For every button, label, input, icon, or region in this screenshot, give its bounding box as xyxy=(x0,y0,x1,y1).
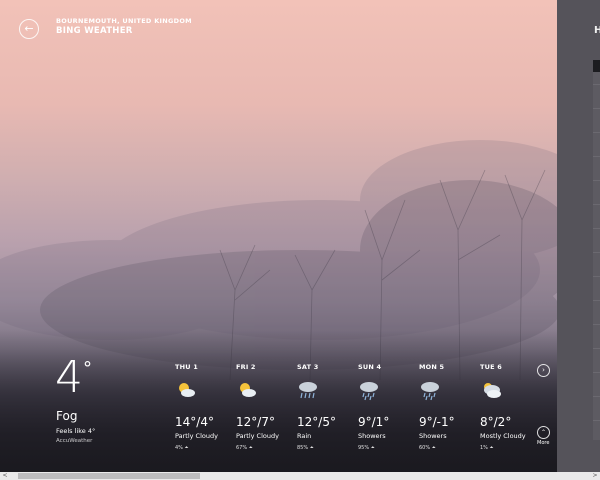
partly-cloudy-icon xyxy=(240,383,256,397)
current-condition: Fog xyxy=(56,409,78,423)
rain-icon xyxy=(299,382,317,399)
app-title: BING WEATHER xyxy=(56,26,133,36)
forecast-day-name: THU 1 xyxy=(175,363,198,371)
current-temperature: 4 xyxy=(55,352,83,403)
forecast-condition: Showers xyxy=(419,432,447,440)
forecast-precip: 60% ⏶ xyxy=(419,445,436,451)
back-button[interactable]: ← xyxy=(19,19,39,39)
forecast-condition: Showers xyxy=(358,432,386,440)
forecast-day-name: SUN 4 xyxy=(358,363,382,371)
forecast-day[interactable]: SAT 3 12°/5° Rain 85% ⏶ xyxy=(297,363,357,451)
hourly-grid xyxy=(593,60,600,440)
forecast-temps: 14°/4° xyxy=(175,415,214,429)
partly-cloudy-icon xyxy=(179,383,195,397)
forecast-day-name: TUE 6 xyxy=(480,363,502,371)
scroll-left-button[interactable]: < xyxy=(0,472,10,480)
forecast-precip: 67% ⏶ xyxy=(236,445,253,451)
forecast-day[interactable]: FRI 2 12°/7° Partly Cloudy 67% ⏶ xyxy=(236,363,296,451)
location-label: BOURNEMOUTH, UNITED KINGDOM xyxy=(56,17,192,25)
forecast-temps: 9°/1° xyxy=(358,415,390,429)
forecast-precip: 4% ⏶ xyxy=(175,445,189,451)
forecast-day[interactable]: THU 1 14°/4° Partly Cloudy 4% ⏶ xyxy=(175,363,235,451)
forecast-condition: Partly Cloudy xyxy=(236,432,279,440)
forecast-day[interactable]: SUN 4 9°/1° Showers 95% ⏶ xyxy=(358,363,418,451)
horizontal-scrollbar[interactable]: < > xyxy=(0,472,600,480)
forecast-condition: Mostly Cloudy xyxy=(480,432,526,440)
forecast-day-name: SAT 3 xyxy=(297,363,319,371)
back-arrow-icon: ← xyxy=(24,22,34,35)
hourly-grid-header xyxy=(593,60,600,72)
scroll-thumb[interactable] xyxy=(18,473,200,479)
forecast-condition: Partly Cloudy xyxy=(175,432,218,440)
feels-like: Feels like 4° xyxy=(56,427,96,435)
forecast-day[interactable]: MON 5 9°/-1° Showers 60% ⏶ xyxy=(419,363,479,451)
scroll-right-button[interactable]: > xyxy=(590,472,600,480)
forecast-temps: 12°/7° xyxy=(236,415,275,429)
forecast-day-name: FRI 2 xyxy=(236,363,256,371)
mostly-cloudy-icon xyxy=(484,383,501,398)
forecast-precip: 95% ⏶ xyxy=(358,445,375,451)
side-panel-heading: H xyxy=(594,25,600,36)
next-days-button[interactable]: › xyxy=(537,364,550,377)
forecast-temps: 12°/5° xyxy=(297,415,336,429)
forecast-day[interactable]: TUE 6 8°/2° Mostly Cloudy 1% ⏶ xyxy=(480,363,540,451)
showers-icon xyxy=(360,382,378,401)
forecast-condition: Rain xyxy=(297,432,312,440)
more-button[interactable]: ⌃ xyxy=(537,426,550,439)
forecast-precip: 1% ⏶ xyxy=(480,445,494,451)
more-label[interactable]: More xyxy=(537,440,549,446)
data-provider[interactable]: AccuWeather xyxy=(56,438,92,444)
temperature-unit: ° xyxy=(83,358,92,379)
forecast-temps: 9°/-1° xyxy=(419,415,455,429)
side-panel: H xyxy=(557,0,600,472)
forecast-day-name: MON 5 xyxy=(419,363,445,371)
forecast-precip: 85% ⏶ xyxy=(297,445,314,451)
showers-icon xyxy=(421,382,439,401)
forecast-temps: 8°/2° xyxy=(480,415,512,429)
